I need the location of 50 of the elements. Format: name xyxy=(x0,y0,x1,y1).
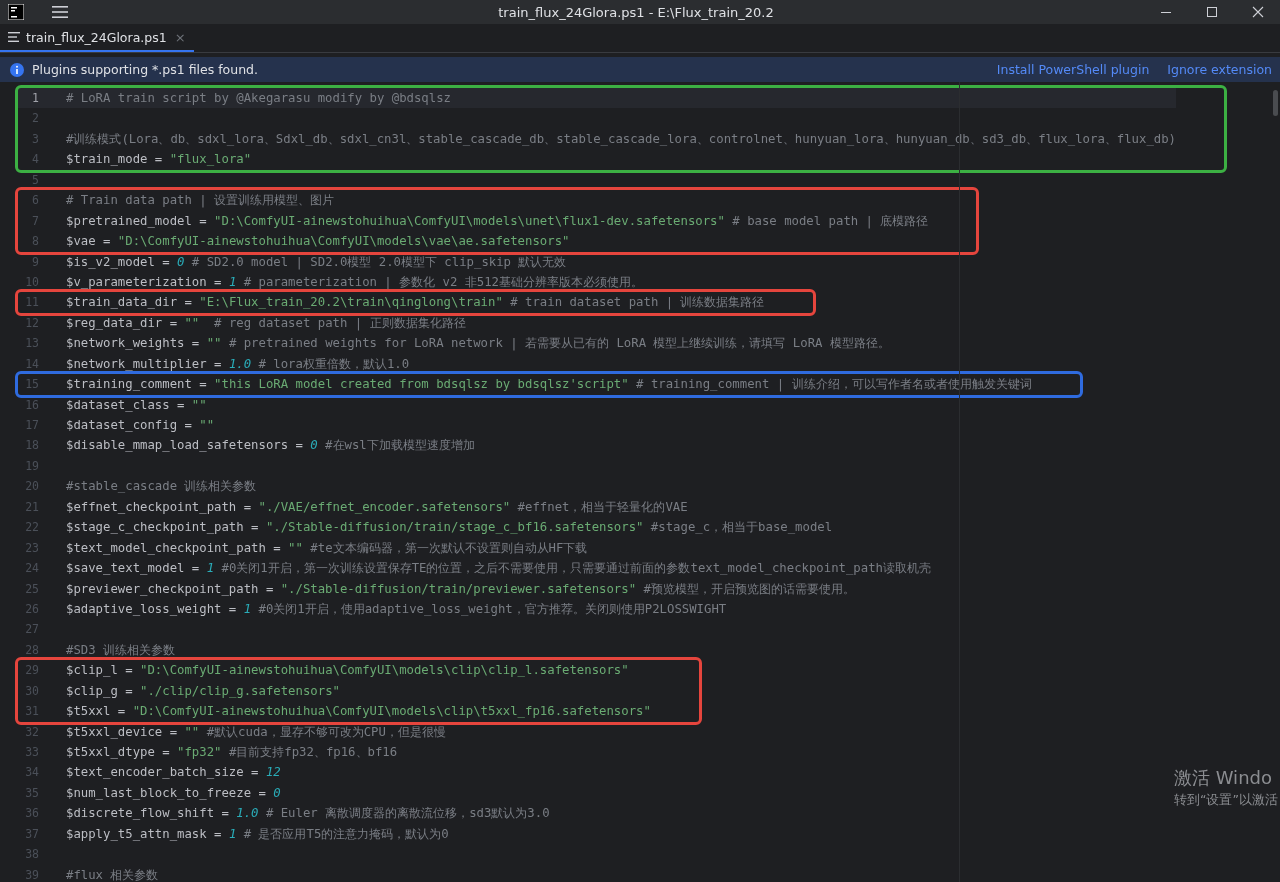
code-line: $network_weights = "" # pretrained weights for LoRA network | 若需要从已有的 LoRA 模型上继续训练，请填写 LoRA 模型路径。 xyxy=(66,335,890,353)
code-line: $effnet_checkpoint_path = "./VAE/effnet_encoder.safetensors" #effnet，相当于轻量化的VAE xyxy=(66,498,688,516)
notification-message: Plugins supporting *.ps1 files found. xyxy=(32,62,258,77)
code-line: #训练模式(Lora、db、sdxl_lora、Sdxl_db、sdxl_cn3l、stable_cascade_db、stable_cascade_lora、controlnet、hunyuan_lora、hunyuan_db、sd3_db、flux_lora、flux_db) xyxy=(66,130,1176,148)
code-line: $adaptive_loss_weight = 1 #0关闭1开启，使用adaptive_loss_weight，官方推荐。关闭则使用P2LOSSWIGHT xyxy=(66,600,727,618)
activation-notice-title: 激活 Windo xyxy=(1174,766,1273,790)
code-line: $text_encoder_batch_size = 12 xyxy=(66,764,281,782)
code-line: #flux 相关参数 xyxy=(66,866,159,882)
code-line: $pretrained_model = "D:\ComfyUI-ainewstohuihua\ComfyUI\models\unet\flux1-dev.safetensors" # base model path | 底模路径 xyxy=(66,212,929,231)
code-line: # LoRA train script by @Akegarasu modify by @bdsqlsz xyxy=(66,90,451,107)
scrollbar-thumb[interactable] xyxy=(1273,90,1278,116)
window-title: train_flux_24Glora.ps1 - E:\Flux_train_20.2 xyxy=(497,4,775,20)
info-icon xyxy=(10,62,24,77)
code-line: $text_model_checkpoint_path = "" #te文本编码器，第一次默认不设置则自动从HF下载 xyxy=(66,539,588,557)
code-line: $network_multiplier = 1.0 # lora权重倍数，默认1.0 xyxy=(66,355,410,373)
code-line: $apply_t5_attn_mask = 1 # 是否应用T5的注意力掩码，默认为0 xyxy=(66,825,449,843)
code-line: $reg_data_dir = "" # reg dataset path | 正则数据集化路径 xyxy=(66,314,466,333)
file-tab[interactable]: train_flux_24Glora.ps1 × xyxy=(0,24,194,52)
code-line: $disable_mmap_load_safetensors = 0 #在wsl下加载模型速度增加 xyxy=(66,437,475,455)
code-line: $previewer_checkpoint_path = "./Stable-diffusion/train/previewer.safetensors" #预览模型，开启预览图的话需要使用。 xyxy=(66,580,855,598)
tab-close-button[interactable]: × xyxy=(174,29,186,45)
code-line: $train_data_dir = "E:\Flux_train_20.2\train\qinglong\train" # train dataset path | 训练数据集路径 xyxy=(66,294,765,312)
code-line: $dataset_class = "" xyxy=(66,396,207,414)
notification-link[interactable]: Ignore extension xyxy=(1167,62,1272,77)
notification-link[interactable]: Install PowerShell plugin xyxy=(996,62,1150,77)
line-number: 1 xyxy=(31,90,39,107)
code-line: $stage_c_checkpoint_path = "./Stable-diffusion/train/stage_c_bf16.safetensors" #stage_c，相当于base_model xyxy=(66,519,833,537)
code-line: $clip_l = "D:\ComfyUI-ainewstohuihua\ComfyUI\models\clip\clip_l.safetensors" xyxy=(66,662,629,680)
code-line: $dataset_config = "" xyxy=(66,417,215,434)
app-logo-icon xyxy=(8,4,24,20)
code-line: $t5xxl = "D:\ComfyUI-ainewstohuihua\ComfyUI\models\clip\t5xxl_fp16.safetensors" xyxy=(66,703,651,721)
code-line: $v_parameterization = 1 # parameterization | 参数化 v2 非512基础分辨率版本必须使用。 xyxy=(66,273,643,291)
code-line: $is_v2_model = 0 # SD2.0 model | SD2.0模型 2.0模型下 clip_skip 默认无效 xyxy=(66,253,567,272)
activation-notice-text: 转到“设置”以激活 xyxy=(1174,792,1278,809)
code-line: $vae = "D:\ComfyUI-ainewstohuihua\ComfyUI\models\vae\ae.safetensors" xyxy=(66,233,570,251)
code-line: #SD3 训练相关参数 xyxy=(66,641,176,659)
code-line: #stable_cascade 训练相关参数 xyxy=(66,478,257,496)
code-line: $save_text_model = 1 #0关闭1开启，第一次训练设置保存TE的位置，之后不需要使用，只需要通过前面的参数text_model_checkpoint_path读取机壳 xyxy=(66,560,931,578)
code-line: $num_last_block_to_freeze = 0 xyxy=(66,784,281,802)
code-line: # Train data path | 设置训练用模型、图片 xyxy=(66,192,335,210)
code-line: $clip_g = "./clip/clip_g.safetensors" xyxy=(66,682,340,700)
code-line: $t5xxl_device = "" #默认cuda，显存不够可改为CPU，但是很慢 xyxy=(66,723,446,741)
code-line: $t5xxl_dtype = "fp32" #目前支持fp32、fp16、bf16 xyxy=(66,744,398,761)
code-line: $train_mode = "flux_lora" xyxy=(66,151,252,169)
close-icon[interactable] xyxy=(1252,6,1264,18)
code-line: $discrete_flow_shift = 1.0 # Euler 离散调度器的离散流位移，sd3默认为3.0 xyxy=(66,805,550,823)
maximize-icon[interactable] xyxy=(1206,6,1218,18)
text-file-icon xyxy=(8,32,20,42)
code-line: $training_comment = "this LoRA model created from bdsqlsz by bdsqlsz'script" # training_comment | 训练介绍，可以写作者名或者使用触发关键词 xyxy=(66,376,1032,394)
menu-icon[interactable] xyxy=(52,5,68,19)
